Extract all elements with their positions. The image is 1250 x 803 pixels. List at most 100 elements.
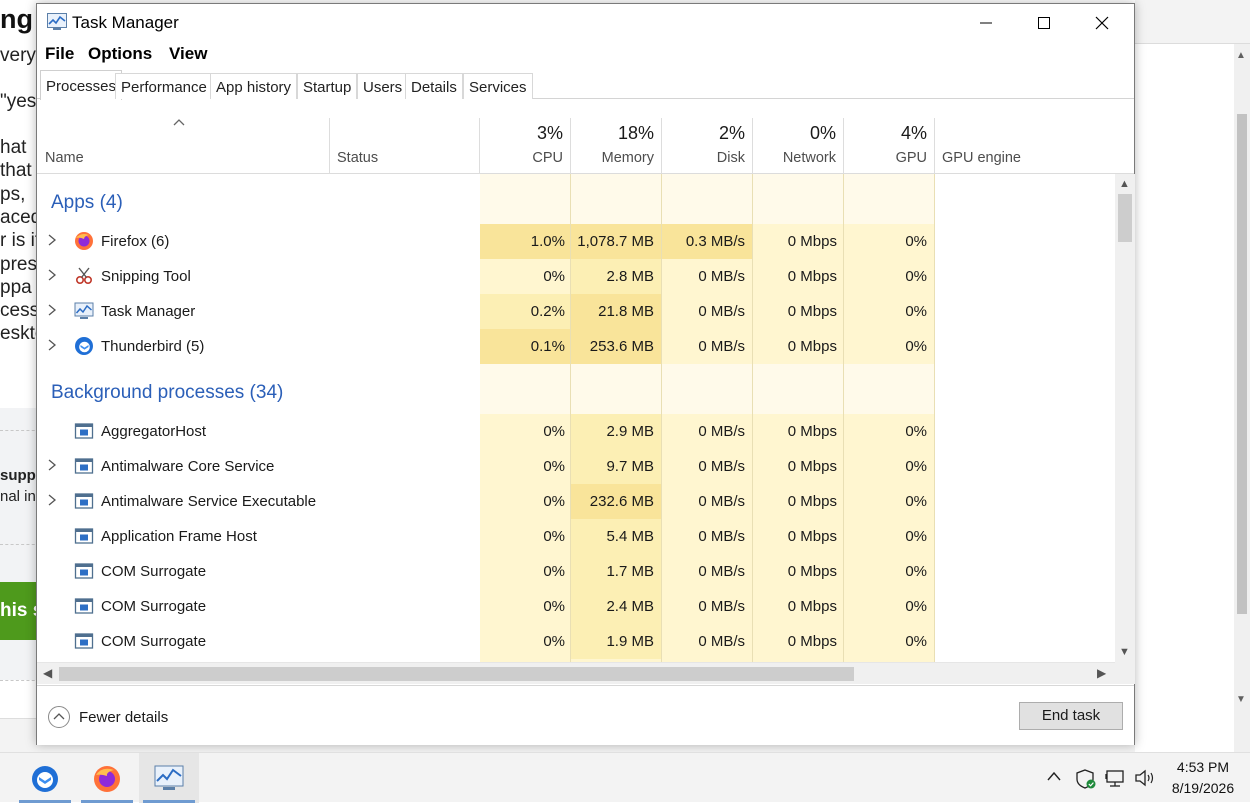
show-hidden-icons-chevron-icon[interactable] [1046, 769, 1062, 786]
scroll-right-icon[interactable]: ▶ [1097, 666, 1106, 680]
bg-text-fragment: "yes [0, 91, 37, 112]
column-gpu[interactable]: GPU [844, 150, 927, 166]
end-task-button[interactable]: End task [1019, 702, 1123, 730]
memory-value: 1.9 MB [606, 633, 654, 650]
process-name: COM Surrogate [101, 633, 207, 650]
bg-scrollbar[interactable]: ▲ ▼ [1234, 44, 1250, 752]
column-network[interactable]: Network [753, 150, 836, 166]
gpu-total[interactable]: 4% [844, 123, 927, 144]
column-memory[interactable]: Memory [571, 150, 654, 166]
close-button[interactable] [1074, 4, 1132, 41]
firefox-icon [74, 231, 94, 251]
bg-divider [0, 430, 40, 431]
tab-startup[interactable]: Startup [297, 73, 358, 99]
process-row[interactable]: COM Surrogate 0% 1.7 MB 0 MB/s 0 Mbps 0% [37, 554, 1115, 589]
fewer-details-button[interactable] [48, 706, 70, 728]
sort-ascending-icon [173, 119, 185, 126]
maximize-button[interactable] [1016, 4, 1074, 41]
bg-scroll-down-icon[interactable]: ▼ [1236, 694, 1246, 705]
horizontal-scrollbar[interactable]: ◀ ▶ [37, 662, 1115, 684]
gpu-value: 0% [905, 233, 927, 250]
process-row[interactable]: Antimalware Service Executable 0% 232.6 MB… [37, 484, 1115, 519]
process-row[interactable]: COM Surrogate 0% 2.4 MB 0 MB/s 0 Mbps 0% [37, 589, 1115, 624]
scroll-up-icon[interactable]: ▲ [1119, 178, 1130, 190]
title-bar[interactable]: Task Manager [37, 4, 1134, 41]
cpu-value: 1.0% [530, 233, 565, 250]
cpu-total[interactable]: 3% [480, 123, 563, 144]
expand-chevron-icon[interactable] [47, 493, 57, 509]
minimize-icon [980, 22, 992, 24]
bg-text-fragment: ng [0, 4, 33, 34]
process-list: Apps (4) Firefox (6) 1.0% 1,078.7 MB 0.3 MB… [37, 174, 1115, 662]
minimize-button[interactable] [958, 4, 1016, 41]
vertical-scrollbar[interactable]: ▲ ▼ [1115, 174, 1135, 662]
network-value: 0 Mbps [787, 528, 837, 545]
network-value: 0 Mbps [787, 633, 837, 650]
memory-value: 9.7 MB [606, 458, 654, 475]
process-row[interactable]: Firefox (6) 1.0% 1,078.7 MB 0.3 MB/s 0 Mbps 0… [37, 224, 1115, 259]
process-row[interactable]: AggregatorHost 0% 2.9 MB 0 MB/s 0 Mbps 0% [37, 414, 1115, 449]
process-row[interactable]: COM Surrogate 0% 1.9 MB 0 MB/s 0 Mbps 0% [37, 624, 1115, 659]
cpu-value: 0% [543, 598, 565, 615]
tab-details[interactable]: Details [405, 73, 463, 99]
expand-chevron-icon[interactable] [47, 303, 57, 319]
memory-value: 232.6 MB [589, 493, 654, 510]
tab-services[interactable]: Services [463, 73, 533, 99]
process-row[interactable]: Task Manager 0.2% 21.8 MB 0 MB/s 0 Mbps 0% [37, 294, 1115, 329]
vertical-scroll-thumb[interactable] [1118, 194, 1132, 242]
process-name: COM Surrogate [101, 598, 207, 615]
bg-scroll-thumb[interactable] [1237, 114, 1247, 614]
column-gpu-engine[interactable]: GPU engine [942, 150, 1021, 166]
taskbar-task-manager[interactable] [139, 753, 199, 803]
menu-file[interactable]: File [45, 44, 74, 64]
disk-total[interactable]: 2% [662, 123, 745, 144]
network-value: 0 Mbps [787, 563, 837, 580]
system-clock[interactable]: 4:53 PM 8/19/2026 [1160, 757, 1246, 799]
tab-users[interactable]: Users [357, 73, 409, 99]
expand-chevron-icon[interactable] [47, 338, 57, 354]
process-row[interactable]: Antimalware Core Service 0% 9.7 MB 0 MB/s 0 … [37, 449, 1115, 484]
group-header-background[interactable]: Background processes (34) [51, 382, 283, 404]
chevron-up-icon [53, 713, 65, 720]
fewer-details-label[interactable]: Fewer details [79, 709, 168, 726]
disk-value: 0 MB/s [698, 458, 745, 475]
expand-chevron-icon[interactable] [47, 268, 57, 284]
scroll-down-icon[interactable]: ▼ [1119, 646, 1130, 658]
network-icon[interactable] [1105, 769, 1127, 791]
bg-text-fragment: that [0, 160, 32, 181]
bg-green-button[interactable]: his se [0, 582, 40, 640]
volume-icon[interactable] [1134, 769, 1156, 791]
bg-scroll-up-icon[interactable]: ▲ [1236, 50, 1246, 61]
column-status[interactable]: Status [337, 150, 378, 166]
expand-chevron-icon[interactable] [47, 233, 57, 249]
tab-app-history[interactable]: App history [210, 73, 298, 99]
gpu-value: 0% [905, 598, 927, 615]
tab-performance[interactable]: Performance [115, 73, 213, 99]
scroll-left-icon[interactable]: ◀ [43, 666, 52, 680]
bg-divider [0, 544, 40, 545]
network-total[interactable]: 0% [753, 123, 836, 144]
column-divider[interactable] [329, 118, 330, 174]
horizontal-scroll-thumb[interactable] [59, 667, 854, 681]
process-row[interactable]: Snipping Tool 0% 2.8 MB 0 MB/s 0 Mbps 0% [37, 259, 1115, 294]
tab-processes[interactable]: Processes [40, 70, 123, 100]
expand-chevron-icon[interactable] [47, 458, 57, 474]
process-row[interactable]: Thunderbird (5) 0.1% 253.6 MB 0 MB/s 0 Mbps 0… [37, 329, 1115, 364]
memory-value: 21.8 MB [598, 303, 654, 320]
menu-view[interactable]: View [169, 44, 207, 64]
group-header-apps[interactable]: Apps (4) [51, 192, 123, 214]
disk-value: 0 MB/s [698, 598, 745, 615]
column-cpu[interactable]: CPU [480, 150, 563, 166]
process-row[interactable]: Application Frame Host 0% 5.4 MB 0 MB/s 0 Mb… [37, 519, 1115, 554]
taskbar-firefox[interactable] [77, 753, 137, 803]
scrollbar-corner [1115, 662, 1135, 684]
gpu-value: 0% [905, 303, 927, 320]
column-divider[interactable] [934, 118, 935, 174]
menu-options[interactable]: Options [88, 44, 152, 64]
column-disk[interactable]: Disk [662, 150, 745, 166]
taskbar-thunderbird[interactable] [15, 753, 75, 803]
security-shield-icon[interactable] [1075, 769, 1097, 793]
memory-total[interactable]: 18% [571, 123, 654, 144]
taskbar: 4:53 PM 8/19/2026 [0, 752, 1250, 803]
column-name[interactable]: Name [45, 150, 84, 166]
